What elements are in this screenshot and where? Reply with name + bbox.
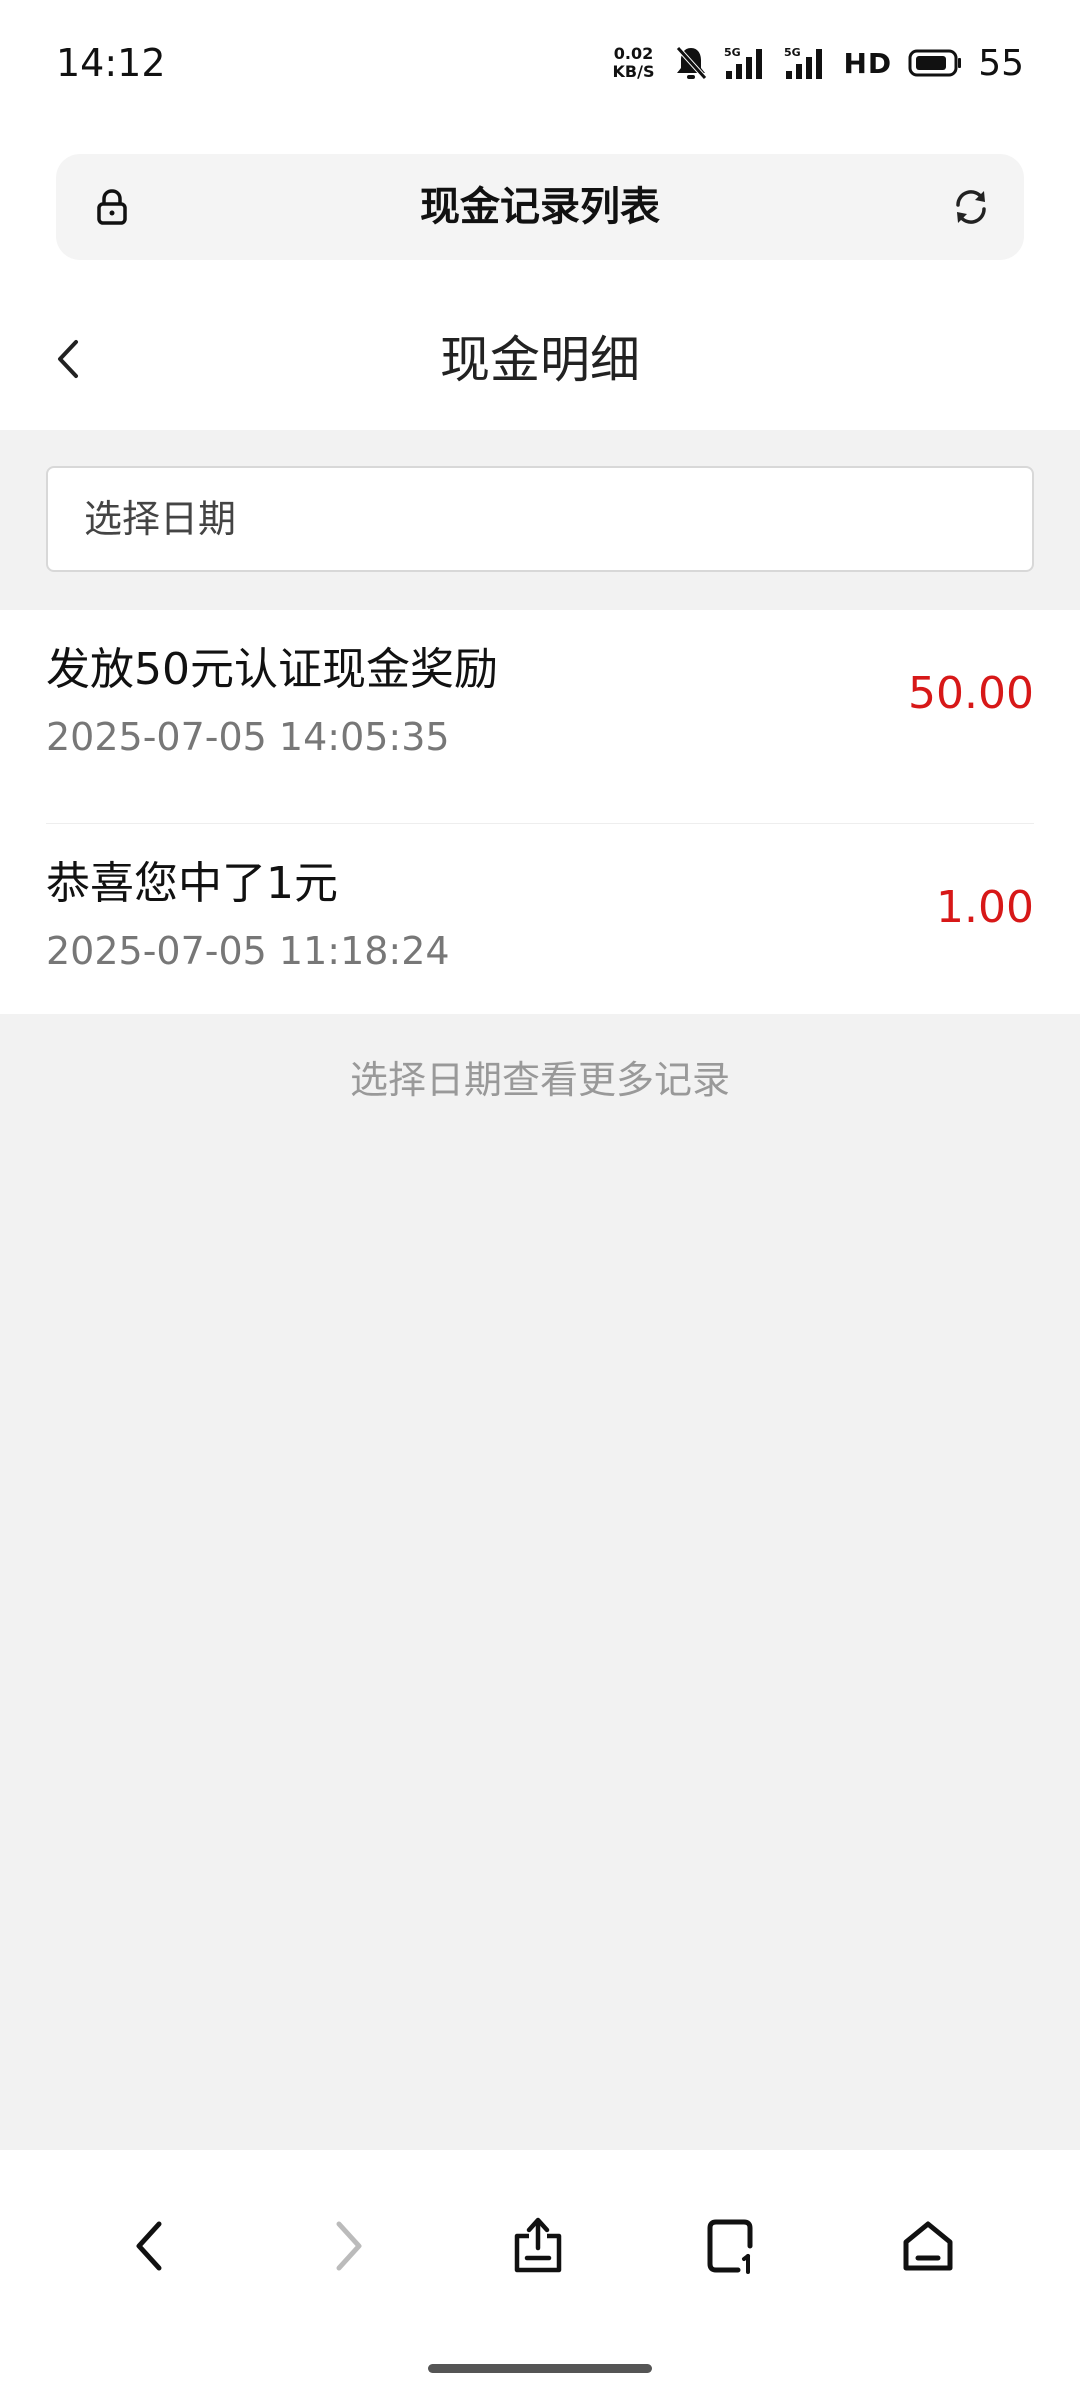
refresh-icon[interactable]	[950, 186, 992, 228]
address-bar[interactable]: 现金记录列表	[56, 154, 1024, 260]
status-time: 14:12	[56, 41, 166, 85]
signal-5g-icon-secondary: 5G	[784, 45, 828, 81]
browser-toolbar: 现金记录列表	[0, 130, 1080, 290]
signal-5g-icon: 5G	[724, 45, 768, 81]
status-icons: 0.02 KB/S 5G 5G HD 55	[610, 38, 1024, 88]
nav-back-icon[interactable]	[110, 2206, 190, 2286]
home-indicator[interactable]	[428, 2364, 652, 2373]
network-speed: 0.02 KB/S	[610, 45, 658, 81]
date-picker-input[interactable]: 选择日期	[46, 466, 1034, 572]
record-time: 2025-07-05 14:05:35	[46, 715, 450, 759]
page-title: 现金明细	[440, 331, 640, 389]
list-item[interactable]: 恭喜您中了1元 2025-07-05 11:18:24 1.00	[46, 824, 1034, 1014]
bell-muted-icon	[674, 44, 708, 82]
record-amount: 50.00	[908, 668, 1034, 719]
signal-5g-label-2: 5G	[784, 46, 801, 59]
status-bar: 14:12 0.02 KB/S 5G 5G HD 55	[0, 0, 1080, 130]
network-speed-unit: KB/S	[612, 62, 655, 81]
record-title: 恭喜您中了1元	[46, 858, 338, 909]
filter-section: 选择日期	[0, 430, 1080, 610]
record-title: 发放50元认证现金奖励	[46, 644, 498, 695]
network-speed-value: 0.02	[613, 44, 654, 63]
records-list: 发放50元认证现金奖励 2025-07-05 14:05:35 50.00 恭喜…	[0, 610, 1080, 1014]
more-records-hint: 选择日期查看更多记录	[349, 1058, 730, 1102]
share-icon[interactable]	[498, 2206, 578, 2286]
home-icon[interactable]	[888, 2206, 968, 2286]
list-item[interactable]: 发放50元认证现金奖励 2025-07-05 14:05:35 50.00	[46, 610, 1034, 824]
nav-forward-icon[interactable]	[308, 2206, 388, 2286]
page-url-title: 现金记录列表	[420, 184, 660, 230]
record-time: 2025-07-05 11:18:24	[46, 929, 450, 973]
tabs-icon[interactable]	[694, 2206, 774, 2286]
battery-level: 55	[978, 42, 1024, 84]
signal-5g-label-1: 5G	[724, 46, 741, 59]
page-header: 现金明细	[0, 290, 1080, 430]
battery-icon	[908, 48, 962, 78]
bottom-nav-bar	[0, 2150, 1080, 2400]
record-amount: 1.00	[936, 882, 1034, 933]
hd-indicator: HD	[843, 46, 893, 80]
